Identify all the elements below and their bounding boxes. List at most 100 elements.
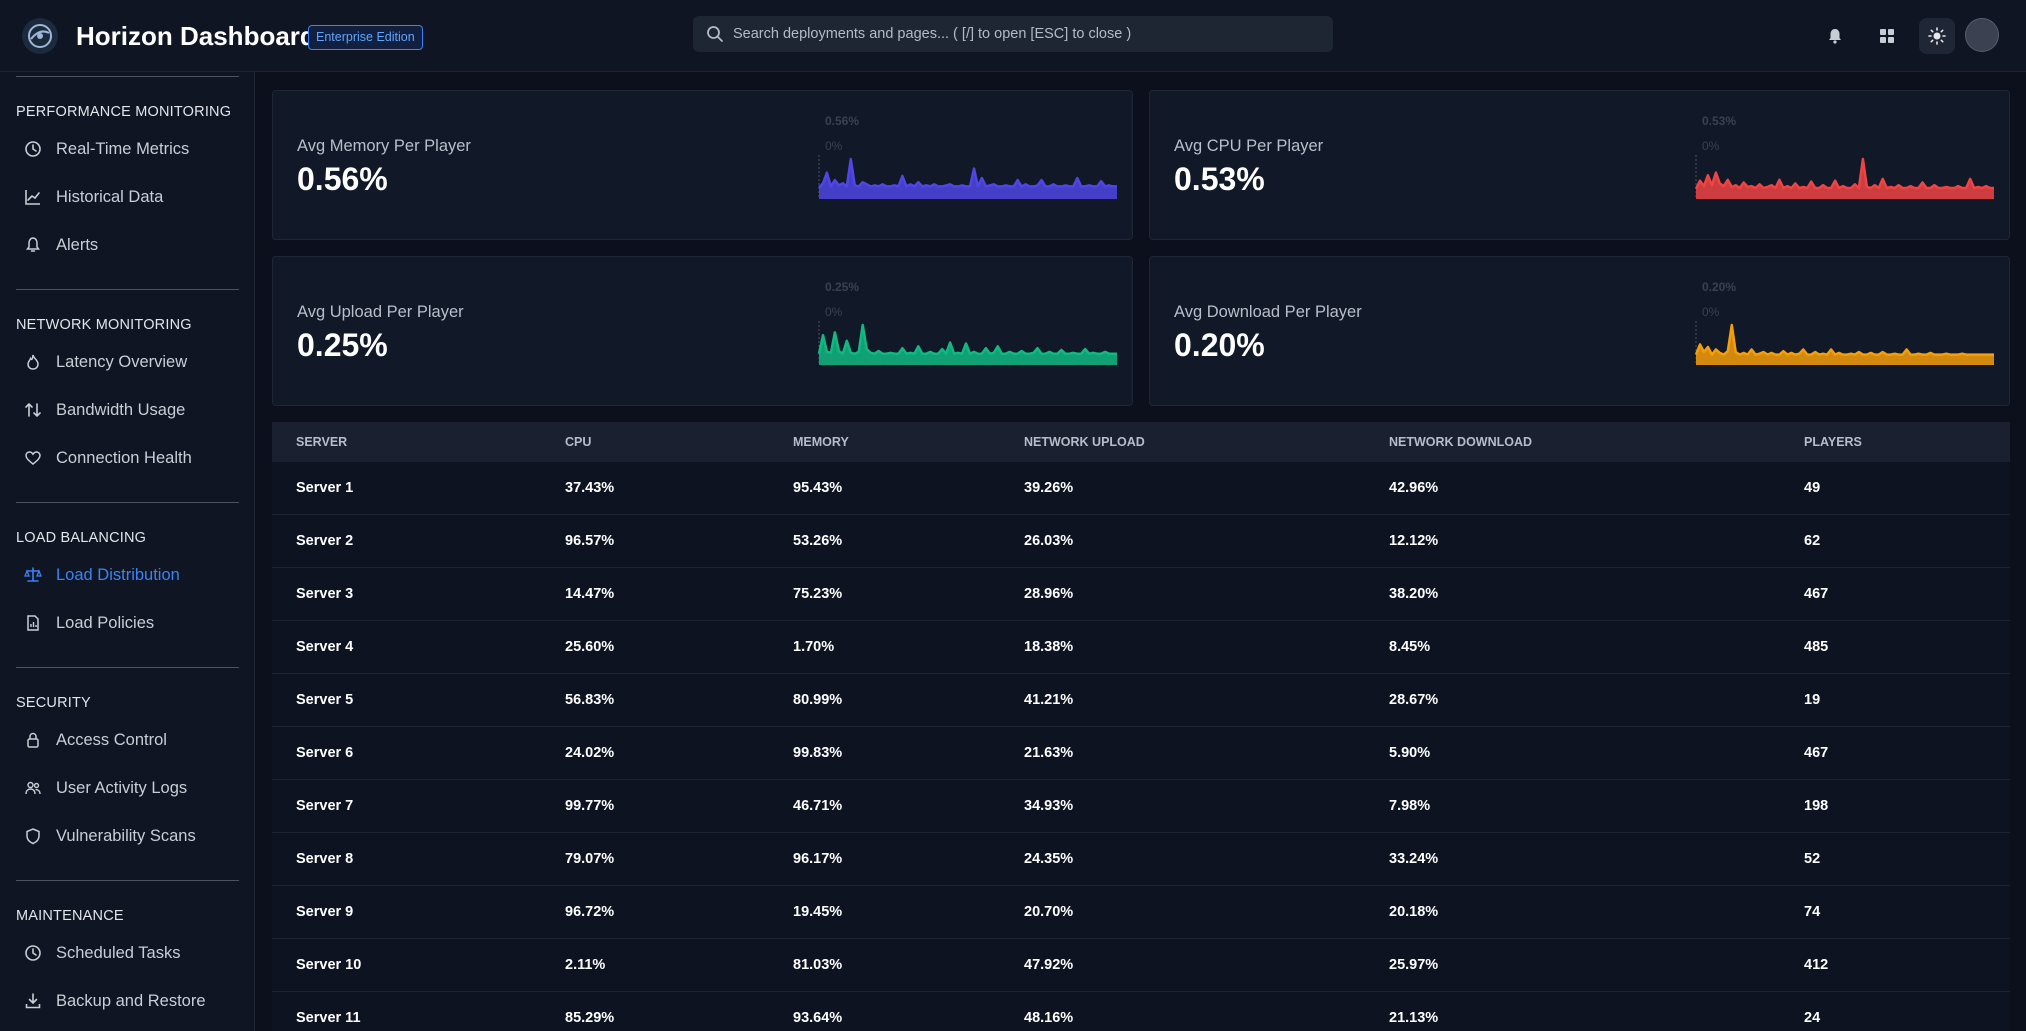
logo-icon[interactable] — [22, 18, 58, 54]
stat-card-label: Avg Upload Per Player — [297, 303, 464, 321]
cell-network-upload: 39.26% — [1024, 480, 1074, 496]
table-row[interactable]: Server 3 14.47% 75.23% 28.96% 38.20% 467 — [272, 568, 2010, 621]
search-placeholder: Search deployments and pages... ( [/] to… — [733, 26, 1132, 42]
clock-icon — [25, 945, 41, 961]
cell-players: 467 — [1804, 586, 1829, 602]
sparkline-area — [819, 159, 1117, 199]
stat-card-label: Avg Memory Per Player — [297, 137, 471, 155]
cell-network-upload: 48.16% — [1024, 1010, 1074, 1026]
app-title: Horizon Dashboard — [76, 21, 316, 51]
theme-toggle-button[interactable] — [1919, 18, 1955, 54]
column-header-network-upload[interactable]: NETWORK UPLOAD — [1024, 422, 1145, 462]
cell-network-download: 25.97% — [1389, 957, 1439, 973]
sidebar-item-alerts[interactable]: Alerts — [16, 225, 239, 265]
search-input[interactable]: Search deployments and pages... ( [/] to… — [693, 16, 1333, 52]
sidebar-item-access-control[interactable]: Access Control — [16, 720, 239, 760]
sidebar-item-real-time-metrics[interactable]: Real-Time Metrics — [16, 129, 239, 169]
bell-icon — [1829, 29, 1841, 44]
table-row[interactable]: Server 1 37.43% 95.43% 39.26% 42.96% 49 — [272, 462, 2010, 515]
table-row[interactable]: Server 10 2.11% 81.03% 47.92% 25.97% 412 — [272, 939, 2010, 992]
search-icon — [707, 26, 723, 42]
sidebar-item-historical-data[interactable]: Historical Data — [16, 177, 239, 217]
cell-cpu: 96.72% — [565, 904, 615, 920]
avatar[interactable] — [1965, 18, 1999, 52]
cell-network-download: 7.98% — [1389, 798, 1431, 814]
sidebar-item-label: User Activity Logs — [56, 779, 188, 797]
sidebar-item-connection-health[interactable]: Connection Health — [16, 438, 239, 478]
column-header-players[interactable]: PLAYERS — [1804, 422, 1862, 462]
table-row[interactable]: Server 5 56.83% 80.99% 41.21% 28.67% 19 — [272, 674, 2010, 727]
sidebar-divider — [16, 289, 239, 290]
cell-memory: 75.23% — [793, 586, 843, 602]
sidebar-item-label: Bandwidth Usage — [56, 401, 186, 419]
apps-grid-button[interactable] — [1869, 18, 1905, 54]
stat-card-value: 0.20% — [1174, 327, 1265, 363]
section-title-security: SECURITY — [16, 695, 91, 711]
grid-icon — [1880, 29, 1894, 43]
clock-icon — [25, 141, 41, 157]
cell-network-download: 8.45% — [1389, 639, 1431, 655]
sparkline-line — [1694, 323, 1994, 356]
sidebar-item-backup-and-restore[interactable]: Backup and Restore — [16, 981, 239, 1021]
sidebar-item-scheduled-tasks[interactable]: Scheduled Tasks — [16, 933, 239, 973]
column-header-server[interactable]: SERVER — [296, 422, 347, 462]
download-icon — [25, 993, 41, 1009]
sparkline-max-label: 0.25% — [825, 280, 859, 294]
table-row[interactable]: Server 2 96.57% 53.26% 26.03% 12.12% 62 — [272, 515, 2010, 568]
cell-players: 62 — [1804, 533, 1821, 549]
sidebar-item-latency-overview[interactable]: Latency Overview — [16, 342, 239, 382]
arrows-up-down-icon — [25, 402, 41, 418]
cell-memory: 95.43% — [793, 480, 843, 496]
line-chart-icon — [25, 190, 40, 205]
table-row[interactable]: Server 6 24.02% 99.83% 21.63% 5.90% 467 — [272, 727, 2010, 780]
sparkline-max-label: 0.56% — [825, 114, 859, 128]
notifications-button[interactable] — [1817, 18, 1853, 54]
table-row[interactable]: Server 11 85.29% 93.64% 48.16% 21.13% 24 — [272, 992, 2010, 1031]
sidebar: PERFORMANCE MONITORING Real-Time Metrics… — [0, 72, 255, 1031]
sidebar-item-bandwidth-usage[interactable]: Bandwidth Usage — [16, 390, 239, 430]
column-header-cpu[interactable]: CPU — [565, 422, 591, 462]
cell-network-upload: 20.70% — [1024, 904, 1074, 920]
table-row[interactable]: Server 7 99.77% 46.71% 34.93% 7.98% 198 — [272, 780, 2010, 833]
sun-icon — [1928, 27, 1946, 45]
sparkline-max-label: 0.20% — [1702, 280, 1736, 294]
sparkline-chart: 0.25% 0% — [817, 280, 1117, 365]
cell-network-download: 42.96% — [1389, 480, 1439, 496]
sparkline-area — [1696, 159, 1994, 199]
table-row[interactable]: Server 8 79.07% 96.17% 24.35% 33.24% 52 — [272, 833, 2010, 886]
column-header-network-download[interactable]: NETWORK DOWNLOAD — [1389, 422, 1532, 462]
sidebar-item-load-policies[interactable]: Load Policies — [16, 603, 239, 643]
cell-cpu: 99.77% — [565, 798, 615, 814]
edition-badge: Enterprise Edition — [308, 25, 423, 50]
cell-memory: 93.64% — [793, 1010, 843, 1026]
cell-cpu: 56.83% — [565, 692, 615, 708]
table-row[interactable]: Server 9 96.72% 19.45% 20.70% 20.18% 74 — [272, 886, 2010, 939]
cell-players: 485 — [1804, 639, 1829, 655]
sidebar-item-load-distribution[interactable]: Load Distribution — [16, 555, 239, 595]
cell-cpu: 25.60% — [565, 639, 615, 655]
sidebar-divider — [16, 76, 239, 77]
cell-cpu: 96.57% — [565, 533, 615, 549]
stat-card-cpu: Avg CPU Per Player 0.53% 0.53% 0% — [1149, 90, 2010, 240]
top-header: Horizon Dashboard Enterprise Edition Sea… — [0, 0, 2026, 72]
scale-icon — [24, 567, 42, 582]
heart-icon — [25, 451, 41, 465]
cell-network-upload: 34.93% — [1024, 798, 1074, 814]
table-row[interactable]: Server 4 25.60% 1.70% 18.38% 8.45% 485 — [272, 621, 2010, 674]
cell-players: 198 — [1804, 798, 1829, 814]
cell-network-download: 38.20% — [1389, 586, 1439, 602]
shield-icon — [26, 828, 40, 845]
section-title-maintenance: MAINTENANCE — [16, 908, 124, 924]
cell-server: Server 10 — [296, 957, 362, 973]
sparkline-min-label: 0% — [1702, 139, 1720, 153]
cell-server: Server 4 — [296, 639, 354, 655]
sidebar-item-label: Scheduled Tasks — [56, 944, 181, 962]
bell-icon — [26, 237, 40, 252]
cell-server: Server 9 — [296, 904, 354, 920]
sidebar-item-user-activity-logs[interactable]: User Activity Logs — [16, 768, 239, 808]
cell-memory: 96.17% — [793, 851, 843, 867]
column-header-memory[interactable]: MEMORY — [793, 422, 849, 462]
cell-network-upload: 24.35% — [1024, 851, 1074, 867]
cell-cpu: 37.43% — [565, 480, 615, 496]
sidebar-item-vulnerability-scans[interactable]: Vulnerability Scans — [16, 816, 239, 856]
